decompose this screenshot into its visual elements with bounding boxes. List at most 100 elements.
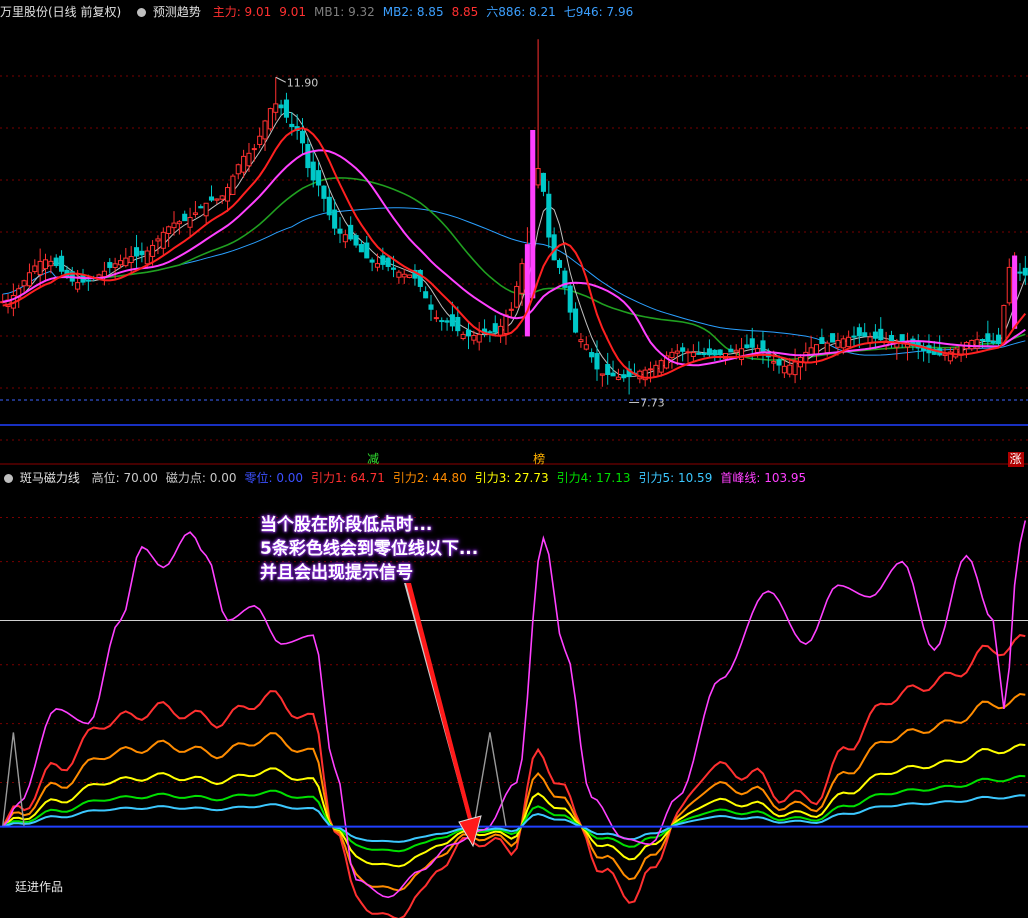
candle-body (182, 213, 188, 222)
candle-body (262, 120, 268, 140)
candle-body (230, 175, 236, 195)
candle-body (59, 255, 65, 272)
candle-body (203, 202, 209, 217)
first-peak-line (2, 520, 1027, 899)
candle-body (621, 374, 627, 379)
candle-body (353, 235, 359, 246)
candle-body (653, 364, 659, 378)
candle-body (551, 234, 557, 261)
candle-body (953, 348, 959, 358)
candle-body (647, 368, 654, 371)
candle-body (374, 263, 381, 268)
ma-line-magenta (2, 149, 1026, 367)
candle-body (219, 195, 225, 200)
candle-body (439, 320, 445, 323)
candle-body (658, 360, 664, 373)
candle-body (1012, 255, 1018, 329)
candle-body (819, 337, 825, 344)
candle-body (235, 164, 241, 175)
candle-body (771, 361, 777, 364)
gravity-line-5 (2, 794, 1026, 843)
candle-body (524, 244, 530, 337)
annotation-line-1: 当个股在阶段低点时... (260, 515, 433, 535)
candle-body (792, 361, 798, 376)
candle-body (337, 228, 343, 234)
candle-body (840, 338, 846, 349)
candle-body (674, 350, 680, 354)
candle-body (123, 257, 129, 267)
candle-body (824, 342, 830, 354)
candle-body (37, 260, 43, 276)
candle-body (990, 341, 996, 344)
candle-body (160, 231, 166, 249)
candle-body (872, 331, 878, 339)
signal-marker-2: 涨 (1007, 452, 1024, 467)
candle-body (198, 206, 204, 209)
candle-body (225, 187, 231, 202)
candle-body (996, 334, 1002, 344)
author-credit: 廷进作品 (15, 880, 64, 894)
candle-body (75, 282, 81, 290)
candle-body (433, 317, 439, 320)
candle-body (187, 216, 193, 228)
candle-body (749, 338, 755, 348)
candle-body (878, 328, 884, 341)
candle-body (364, 242, 370, 259)
annotation-callout: 当个股在阶段低点时... 5条彩色线会到零位线以下... 并且会出现提示信号 (260, 513, 478, 585)
candle-body (471, 335, 477, 341)
candle-body (348, 224, 354, 240)
candle-body (42, 259, 49, 270)
candle-body (728, 348, 734, 353)
candle-body (540, 172, 546, 192)
candle-body (101, 270, 107, 278)
candle-body (407, 274, 413, 278)
candle-body (835, 340, 841, 348)
candle-body (589, 352, 595, 358)
candle-body (578, 339, 584, 343)
candle-body (696, 352, 702, 355)
candle-body (305, 143, 311, 169)
chart-canvas[interactable]: 11.90 7.73 (0, 0, 1028, 918)
candle-body (813, 344, 820, 356)
candle-body (503, 314, 509, 335)
candle-body (283, 99, 289, 118)
candle-body (1001, 304, 1007, 345)
candle-body (567, 285, 573, 313)
candle-body (583, 344, 589, 350)
candle-body (112, 263, 118, 269)
candle-body (444, 320, 450, 323)
candle-body (830, 333, 836, 343)
candle-body (246, 152, 252, 167)
candle-body (316, 170, 322, 186)
candle-body (396, 271, 402, 278)
annotation-line-3: 并且会出现提示信号 (260, 563, 413, 583)
candle-body (605, 364, 611, 375)
candle-body (706, 348, 712, 356)
candle-body (166, 226, 172, 234)
candle-body (326, 196, 332, 216)
candle-body (117, 260, 124, 266)
candle-body (385, 257, 391, 267)
candle-body (781, 365, 787, 374)
candle-body (26, 272, 32, 287)
ma-line-long (2, 207, 1026, 356)
candle-body (862, 332, 868, 337)
candle-body (942, 353, 948, 356)
candle-body (846, 336, 852, 348)
candle-body (241, 155, 247, 173)
candle-body (744, 344, 750, 349)
candle-body (669, 351, 675, 359)
candle-body (856, 327, 862, 337)
candle-body (985, 333, 991, 343)
candle-body (107, 262, 113, 268)
low-label: 7.73 (640, 396, 665, 409)
candle-body (53, 257, 59, 267)
magnetic-spike (473, 732, 507, 827)
candle-body (417, 269, 423, 287)
candle-body (979, 338, 986, 341)
candle-body (267, 108, 273, 130)
candle-body (48, 260, 54, 267)
candle-body (428, 304, 434, 310)
candle-body (573, 308, 579, 333)
candle-body (423, 291, 429, 299)
